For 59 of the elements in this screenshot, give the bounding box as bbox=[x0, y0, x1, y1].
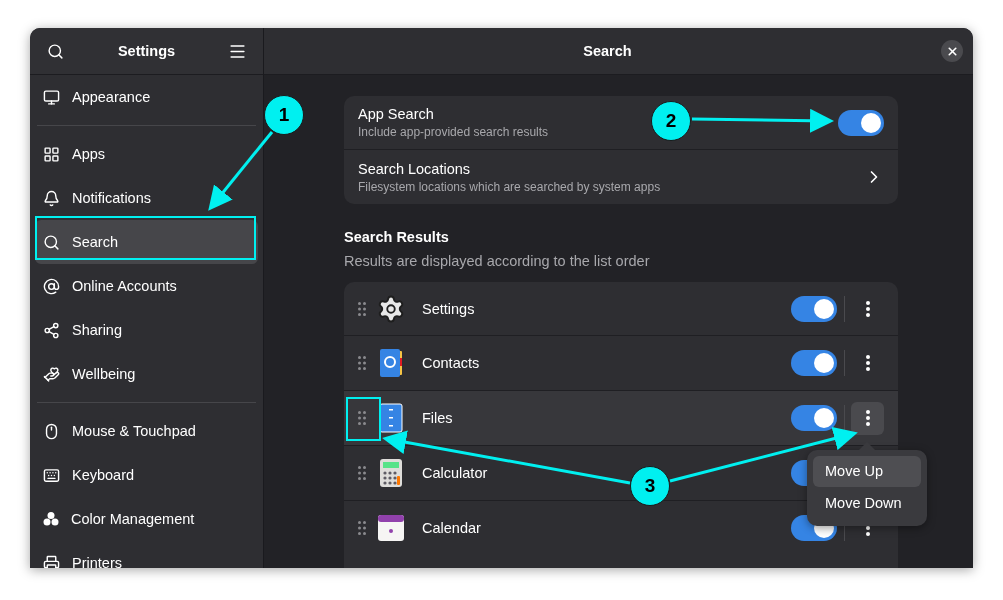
row-subtitle: Include app-provided search results bbox=[358, 125, 549, 139]
cabinet-icon bbox=[379, 403, 403, 433]
drag-handle-icon[interactable] bbox=[358, 521, 366, 535]
app-name: Contacts bbox=[422, 355, 481, 371]
sidebar-item[interactable]: Printers bbox=[35, 541, 258, 568]
grid-icon bbox=[43, 145, 60, 163]
app-search-switch[interactable] bbox=[838, 109, 884, 136]
search-icon bbox=[46, 42, 64, 60]
app-name: Files bbox=[422, 410, 454, 426]
sidebar-item[interactable]: Notifications bbox=[35, 176, 258, 220]
keyboard-icon bbox=[43, 466, 60, 484]
search-icon bbox=[43, 233, 60, 251]
sidebar-title: Settings bbox=[117, 43, 176, 59]
result-switch[interactable] bbox=[791, 295, 837, 322]
highlight-frame bbox=[346, 397, 381, 441]
row-subtitle: Filesystem locations which are searched by system apps bbox=[358, 179, 661, 194]
section-description: Results are displayed according to the list order bbox=[344, 253, 651, 269]
close-icon bbox=[945, 44, 959, 58]
app-name: Calendar bbox=[422, 520, 482, 536]
vertical-dots-icon bbox=[865, 300, 870, 317]
sidebar-item[interactable]: Online Accounts bbox=[35, 264, 258, 308]
menu-item[interactable]: Move Up bbox=[813, 455, 921, 487]
app-name: Settings bbox=[422, 300, 476, 317]
sidebar-item[interactable]: Mouse & Touchpad bbox=[35, 409, 258, 453]
window-title: Search bbox=[583, 43, 632, 59]
calculator-icon bbox=[379, 458, 403, 488]
bell-icon bbox=[43, 189, 60, 207]
sidebar-item[interactable]: Search bbox=[35, 220, 258, 264]
result-switch[interactable] bbox=[791, 350, 837, 376]
gear-icon bbox=[376, 293, 406, 324]
printer-icon bbox=[43, 554, 60, 568]
address-book-icon bbox=[378, 348, 404, 378]
drag-handle-icon[interactable] bbox=[358, 411, 366, 425]
sidebar-item[interactable]: Appearance bbox=[35, 75, 258, 119]
sidebar-item[interactable]: Color Management bbox=[35, 497, 258, 541]
sidebar-item[interactable]: Keyboard bbox=[35, 453, 258, 497]
sidebar-item[interactable]: Sharing bbox=[35, 308, 258, 352]
circles-icon bbox=[43, 511, 59, 527]
vertical-dots-icon bbox=[865, 410, 870, 426]
row-title: Search Locations bbox=[358, 160, 471, 177]
at-sign-icon bbox=[43, 277, 60, 295]
drag-handle-icon[interactable] bbox=[358, 356, 366, 370]
sidebar-item[interactable]: Apps bbox=[35, 132, 258, 176]
sidebar-item[interactable]: Wellbeing bbox=[35, 352, 258, 396]
drag-handle-icon[interactable] bbox=[358, 301, 366, 316]
hand-heart-icon bbox=[43, 365, 60, 383]
menu-item[interactable]: Move Down bbox=[813, 487, 921, 519]
drag-handle-icon[interactable] bbox=[358, 466, 366, 480]
row-title: App Search bbox=[358, 106, 434, 122]
app-name: Calculator bbox=[422, 465, 489, 481]
calendar-icon bbox=[377, 514, 405, 542]
mouse-icon bbox=[43, 422, 60, 440]
result-switch[interactable] bbox=[791, 405, 837, 431]
close-button[interactable] bbox=[941, 40, 963, 62]
share-icon bbox=[43, 321, 60, 339]
more-button[interactable] bbox=[851, 401, 884, 435]
monitor-icon bbox=[43, 88, 60, 106]
vertical-dots-icon bbox=[865, 355, 870, 371]
section-heading: Search Results bbox=[344, 229, 450, 245]
